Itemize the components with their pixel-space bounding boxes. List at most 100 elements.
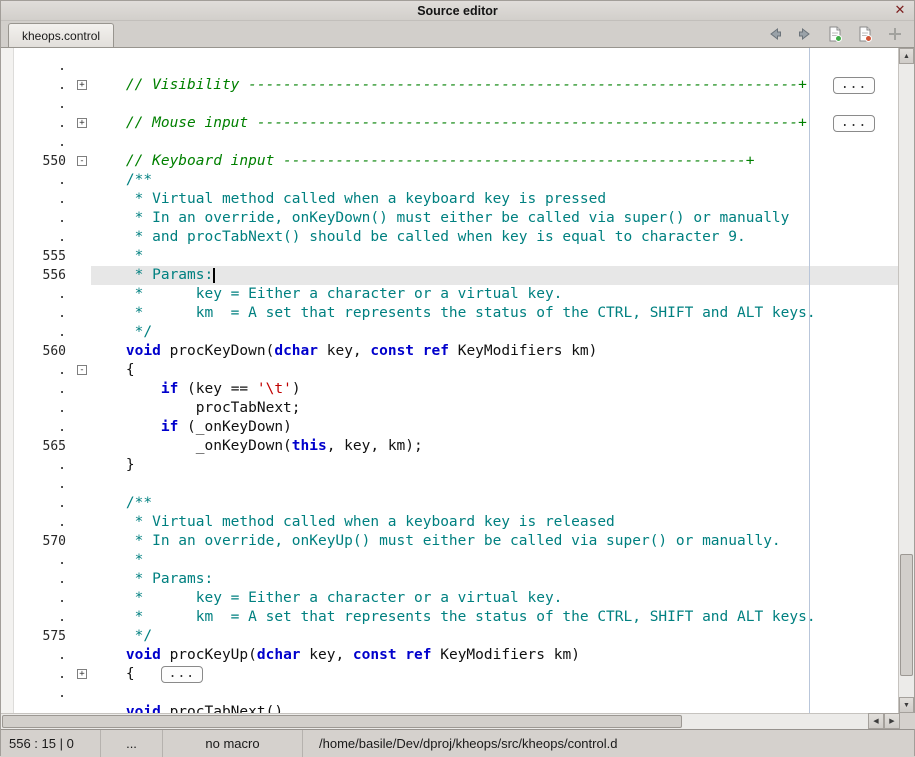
code-line[interactable]: 560 void procKeyDown(dchar key, const re…: [15, 342, 898, 361]
line-number[interactable]: .: [15, 57, 69, 76]
code-line[interactable]: . * Virtual method called when a keyboar…: [15, 513, 898, 532]
collapsed-fold-box[interactable]: ...: [161, 666, 203, 683]
code-line[interactable]: . if (_onKeyDown): [15, 418, 898, 437]
code-line[interactable]: 555 *: [15, 247, 898, 266]
editor-surface[interactable]: ..+ // Visibility ----------------------…: [1, 48, 898, 713]
fold-expand-icon[interactable]: +: [77, 80, 87, 90]
fold-collapse-icon[interactable]: -: [77, 156, 87, 166]
code-line[interactable]: 556 * Params:: [15, 266, 898, 285]
code-line[interactable]: 550- // Keyboard input -----------------…: [15, 152, 898, 171]
code-line[interactable]: 565 _onKeyDown(this, key, km);: [15, 437, 898, 456]
line-number[interactable]: .: [15, 494, 69, 513]
vertical-scroll-track[interactable]: [899, 64, 914, 697]
fold-gutter: [69, 95, 91, 114]
scroll-down-button[interactable]: ▼: [899, 697, 914, 713]
line-number[interactable]: .: [15, 475, 69, 494]
line-number[interactable]: .: [15, 418, 69, 437]
code-line[interactable]: .- {: [15, 361, 898, 380]
code-line[interactable]: . }: [15, 456, 898, 475]
line-number[interactable]: 555: [15, 247, 69, 266]
code-line[interactable]: . */: [15, 323, 898, 342]
line-number[interactable]: 550: [15, 152, 69, 171]
line-number[interactable]: .: [15, 133, 69, 152]
code-line[interactable]: . * In an override, onKeyDown() must eit…: [15, 209, 898, 228]
horizontal-scroll-track[interactable]: [1, 713, 868, 729]
fold-collapse-icon[interactable]: -: [77, 365, 87, 375]
code-line[interactable]: . void procTabNext(): [15, 703, 898, 713]
line-number[interactable]: .: [15, 304, 69, 323]
code-line[interactable]: .: [15, 95, 898, 114]
code-line[interactable]: .+ {...: [15, 665, 898, 684]
code-line[interactable]: .+ // Visibility -----------------------…: [15, 76, 898, 95]
collapsed-fold-box[interactable]: ...: [833, 77, 875, 94]
vertical-scroll-thumb[interactable]: [900, 554, 913, 676]
line-number[interactable]: 575: [15, 627, 69, 646]
collapsed-fold-box[interactable]: ...: [833, 115, 875, 132]
line-number[interactable]: .: [15, 703, 69, 713]
close-button[interactable]: ✕: [892, 2, 908, 18]
fold-gutter: [69, 266, 91, 285]
code-line[interactable]: . * km = A set that represents the statu…: [15, 304, 898, 323]
line-number[interactable]: .: [15, 399, 69, 418]
line-number[interactable]: .: [15, 551, 69, 570]
go-forward-button[interactable]: [796, 25, 814, 43]
code-line[interactable]: .: [15, 133, 898, 152]
line-number[interactable]: .: [15, 228, 69, 247]
detach-editor-button[interactable]: [886, 25, 904, 43]
line-number[interactable]: .: [15, 513, 69, 532]
code-line[interactable]: . * km = A set that represents the statu…: [15, 608, 898, 627]
vertical-scrollbar[interactable]: ▲ ▼: [898, 48, 914, 713]
line-number[interactable]: .: [15, 171, 69, 190]
code-line[interactable]: . * Virtual method called when a keyboar…: [15, 190, 898, 209]
line-number[interactable]: .: [15, 684, 69, 703]
line-number[interactable]: .: [15, 209, 69, 228]
line-number[interactable]: .: [15, 190, 69, 209]
fold-expand-icon[interactable]: +: [77, 118, 87, 128]
fold-gutter: [69, 684, 91, 703]
horizontal-scrollbar[interactable]: ◀ ▶: [1, 713, 914, 729]
line-number[interactable]: .: [15, 76, 69, 95]
code-line[interactable]: . /**: [15, 171, 898, 190]
line-number[interactable]: .: [15, 323, 69, 342]
line-number[interactable]: 560: [15, 342, 69, 361]
code-line[interactable]: . void procKeyUp(dchar key, const ref Ke…: [15, 646, 898, 665]
fold-expand-icon[interactable]: +: [77, 669, 87, 679]
line-number[interactable]: .: [15, 608, 69, 627]
code-line[interactable]: . procTabNext;: [15, 399, 898, 418]
code-line[interactable]: . *: [15, 551, 898, 570]
line-number[interactable]: .: [15, 665, 69, 684]
line-number[interactable]: .: [15, 380, 69, 399]
line-number[interactable]: .: [15, 285, 69, 304]
scroll-up-button[interactable]: ▲: [899, 48, 914, 64]
tab-kheops-control[interactable]: kheops.control: [8, 23, 114, 47]
line-number[interactable]: 556: [15, 266, 69, 285]
code-line[interactable]: . /**: [15, 494, 898, 513]
code-line[interactable]: .: [15, 475, 898, 494]
code-line[interactable]: . * Params:: [15, 570, 898, 589]
code-text: * and procTabNext() should be called whe…: [91, 228, 898, 247]
horizontal-scroll-thumb[interactable]: [2, 715, 682, 728]
line-number[interactable]: .: [15, 589, 69, 608]
code-line[interactable]: . * and procTabNext() should be called w…: [15, 228, 898, 247]
line-number[interactable]: .: [15, 570, 69, 589]
line-number[interactable]: .: [15, 95, 69, 114]
save-file-button[interactable]: [826, 25, 844, 43]
line-number[interactable]: .: [15, 114, 69, 133]
code-line[interactable]: .: [15, 57, 898, 76]
line-number[interactable]: .: [15, 456, 69, 475]
line-number[interactable]: 570: [15, 532, 69, 551]
code-line[interactable]: .+ // Mouse input ----------------------…: [15, 114, 898, 133]
line-number[interactable]: .: [15, 361, 69, 380]
code-line[interactable]: 570 * In an override, onKeyUp() must eit…: [15, 532, 898, 551]
code-line[interactable]: 575 */: [15, 627, 898, 646]
code-line[interactable]: . if (key == '\t'): [15, 380, 898, 399]
scroll-right-button[interactable]: ▶: [884, 713, 900, 729]
scroll-left-button[interactable]: ◀: [868, 713, 884, 729]
code-line[interactable]: . * key = Either a character or a virtua…: [15, 589, 898, 608]
code-line[interactable]: .: [15, 684, 898, 703]
save-file-as-button[interactable]: [856, 25, 874, 43]
line-number[interactable]: .: [15, 646, 69, 665]
line-number[interactable]: 565: [15, 437, 69, 456]
go-back-button[interactable]: [766, 25, 784, 43]
code-line[interactable]: . * key = Either a character or a virtua…: [15, 285, 898, 304]
